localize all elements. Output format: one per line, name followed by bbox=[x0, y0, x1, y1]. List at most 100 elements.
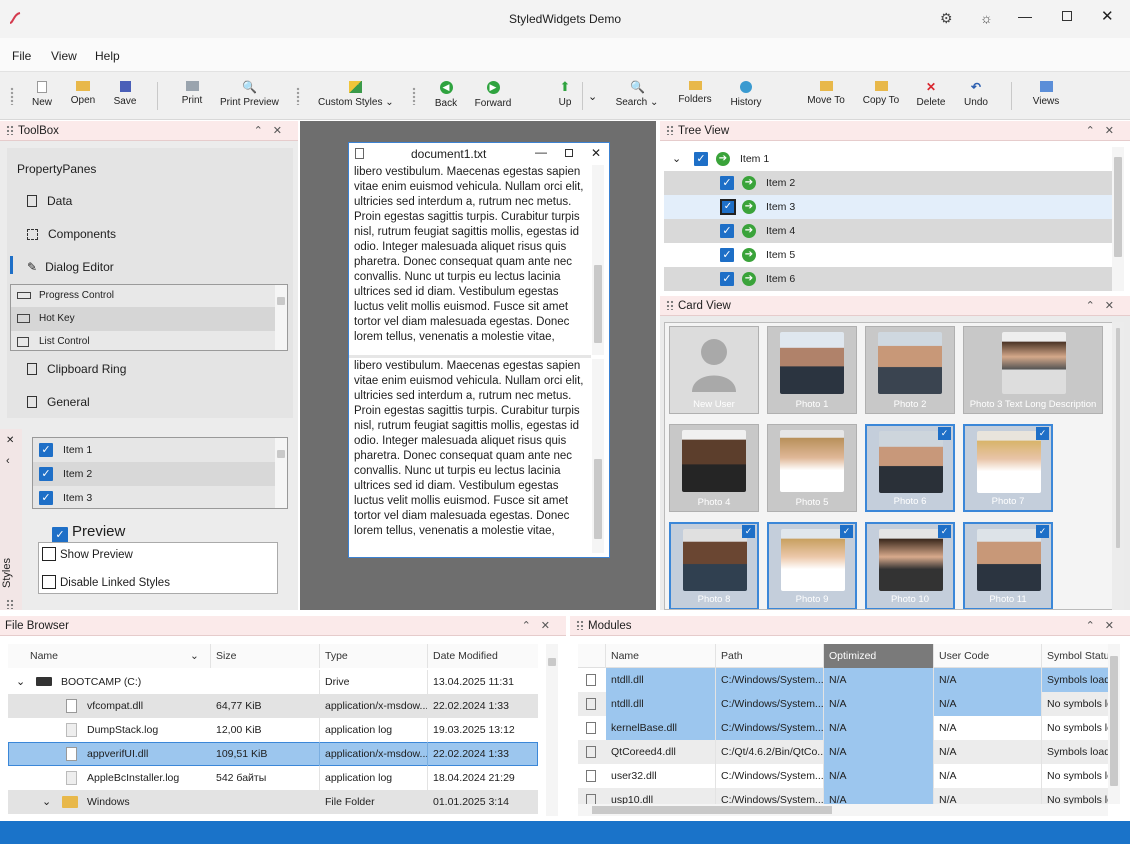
show-preview-checkbox[interactable]: Show Preview bbox=[42, 547, 133, 561]
doc-close-button[interactable]: ✕ bbox=[591, 146, 601, 160]
menu-help[interactable]: Help bbox=[95, 49, 120, 63]
panel-buttons[interactable]: ⌃✕ bbox=[1086, 296, 1124, 316]
toolbar-grip[interactable] bbox=[412, 87, 416, 105]
list-item[interactable]: List Control bbox=[11, 331, 287, 350]
checkbox-checked-icon[interactable]: ✓ bbox=[39, 491, 53, 505]
checkbox-focused-icon[interactable]: ✓ bbox=[720, 199, 736, 215]
table-row[interactable]: QtCoreed4.dll C:/Qt/4.6.2/Bin/QtCo... N/… bbox=[578, 740, 1108, 764]
scroll-thumb[interactable] bbox=[1116, 328, 1120, 548]
scroll-thumb[interactable] bbox=[548, 658, 556, 666]
card-photo-4[interactable]: Photo 4 bbox=[669, 424, 759, 512]
card-photo-8[interactable]: ✓ Photo 8 bbox=[669, 522, 759, 609]
save-button[interactable]: Save bbox=[113, 78, 137, 107]
settings-icon[interactable]: ⚙ bbox=[940, 10, 953, 27]
list-item[interactable]: ✓ Item 1 bbox=[33, 438, 287, 462]
card-new-user[interactable]: New User bbox=[669, 326, 759, 414]
menu-view[interactable]: View bbox=[51, 49, 77, 63]
modules-vscroll[interactable] bbox=[1108, 644, 1120, 804]
grip-icon[interactable] bbox=[6, 599, 14, 609]
checkbox-checked-icon[interactable]: ✓ bbox=[1036, 427, 1049, 440]
scroll-thumb[interactable] bbox=[592, 806, 832, 814]
toolbox-section-title[interactable]: PropertyPanes bbox=[17, 162, 96, 176]
card-photo-3[interactable]: Photo 3 Text Long Description bbox=[963, 326, 1103, 414]
card-photo-1[interactable]: Photo 1 bbox=[767, 326, 857, 414]
open-button[interactable]: Open bbox=[70, 78, 96, 106]
scroll-thumb[interactable] bbox=[277, 297, 285, 305]
scroll-thumb[interactable] bbox=[1114, 157, 1122, 257]
custom-styles-button[interactable]: Custom Styles ⌄ bbox=[318, 78, 394, 108]
card-photo-11[interactable]: ✓ Photo 11 bbox=[963, 522, 1053, 609]
scroll-thumb[interactable] bbox=[594, 265, 602, 343]
table-row[interactable]: vfcompat.dll 64,77 KiB application/x-msd… bbox=[8, 694, 538, 718]
styles-tab-label[interactable]: Styles bbox=[1, 558, 13, 588]
tree-row[interactable]: ✓ ➔ Item 5 bbox=[664, 243, 1114, 267]
views-button[interactable]: Views bbox=[1032, 78, 1060, 107]
copy-to-button[interactable]: Copy To bbox=[862, 78, 900, 106]
checkbox-checked-icon[interactable]: ✓ bbox=[720, 176, 734, 190]
styles-list[interactable]: ✓ Item 1 ✓ Item 2 ✓ Item 3 bbox=[32, 437, 288, 509]
table-row[interactable]: ⌄ Windows File Folder 01.01.2025 3:14 bbox=[8, 790, 538, 814]
list-item[interactable]: Hot Key bbox=[11, 307, 287, 331]
table-row[interactable]: DumpStack.log 12,00 KiB application log … bbox=[8, 718, 538, 742]
checkbox-checked-icon[interactable]: ✓ bbox=[742, 525, 755, 538]
card-photo-2[interactable]: Photo 2 bbox=[865, 326, 955, 414]
toolbar-chevron-icon[interactable]: ⌄ bbox=[588, 90, 597, 103]
tree-scrollbar[interactable] bbox=[1112, 147, 1124, 291]
column-name[interactable]: Name ⌄ bbox=[8, 644, 211, 668]
checkbox-checked-icon[interactable]: ✓ bbox=[938, 427, 951, 440]
column-optimized[interactable]: Optimized bbox=[824, 644, 934, 668]
checkbox-checked-icon[interactable]: ✓ bbox=[840, 525, 853, 538]
toolbox-item-components[interactable]: Components bbox=[27, 227, 116, 241]
table-row[interactable]: kernelBase.dll C:/Windows/System... N/A … bbox=[578, 716, 1108, 740]
card-photo-9[interactable]: ✓ Photo 9 bbox=[767, 522, 857, 609]
doc-maximize-button[interactable] bbox=[565, 149, 573, 157]
panel-buttons[interactable]: ⌃✕ bbox=[254, 121, 292, 141]
card-photo-10[interactable]: ✓ Photo 10 bbox=[865, 522, 955, 609]
splitter[interactable] bbox=[349, 355, 591, 358]
document-text-bottom[interactable]: libero vestibulum. Maecenas egestas sapi… bbox=[354, 359, 590, 539]
scroll-thumb[interactable] bbox=[277, 450, 285, 458]
toolbox-item-clipboard-ring[interactable]: Clipboard Ring bbox=[27, 362, 126, 376]
panel-buttons[interactable]: ⌃✕ bbox=[1086, 121, 1124, 141]
file-table[interactable]: Name ⌄ Size Type Date Modified ⌄ BOOTCAMP… bbox=[8, 644, 538, 816]
list-item[interactable]: Progress Control bbox=[11, 285, 287, 307]
table-row[interactable]: ⌄ BOOTCAMP (C:) Drive 13.04.2025 11:31 bbox=[8, 670, 538, 694]
collapse-left-icon[interactable]: ‹ bbox=[6, 455, 10, 467]
modules-hscroll[interactable] bbox=[578, 804, 1108, 816]
toolbar-grip[interactable] bbox=[10, 87, 14, 105]
checkbox-checked-icon[interactable]: ✓ bbox=[938, 525, 951, 538]
column-size[interactable]: Size bbox=[211, 644, 320, 668]
toolbox-sublist[interactable]: Progress Control Hot Key List Control bbox=[10, 284, 288, 351]
column-icon[interactable] bbox=[578, 644, 606, 668]
toolbox-item-general[interactable]: General bbox=[27, 395, 90, 409]
maximize-button[interactable] bbox=[1062, 11, 1072, 21]
table-row[interactable]: user32.dll C:/Windows/System... N/A N/A … bbox=[578, 764, 1108, 788]
doc-scrollbar-bottom[interactable] bbox=[592, 359, 604, 553]
file-browser-scrollbar[interactable] bbox=[546, 644, 558, 816]
document-text-top[interactable]: libero vestibulum. Maecenas egestas sapi… bbox=[354, 165, 590, 343]
print-preview-button[interactable]: 🔍 Print Preview bbox=[220, 78, 279, 108]
checkbox-checked-icon[interactable]: ✓ bbox=[720, 272, 734, 286]
styles-scrollbar[interactable] bbox=[275, 438, 287, 508]
table-row[interactable]: ntdll.dll C:/Windows/System... N/A N/A N… bbox=[578, 692, 1108, 716]
forward-button[interactable]: ▶ Forward bbox=[474, 78, 512, 109]
table-row[interactable]: ntdll.dll C:/Windows/System... N/A N/A S… bbox=[578, 668, 1108, 692]
checkbox-checked-icon[interactable]: ✓ bbox=[720, 224, 734, 238]
back-button[interactable]: ◀ Back bbox=[434, 78, 458, 109]
document-window[interactable]: document1.txt — ✕ libero vestibulum. Mae… bbox=[348, 142, 610, 558]
doc-minimize-button[interactable]: — bbox=[535, 145, 547, 159]
panel-grip-icon[interactable] bbox=[666, 125, 674, 135]
scroll-thumb[interactable] bbox=[594, 459, 602, 539]
styles-side-tab[interactable]: ✕ ‹ Styles bbox=[0, 429, 22, 610]
card-grid[interactable]: New User Photo 1 Photo 2 Photo 3 Text Lo… bbox=[664, 322, 1122, 610]
checkbox-checked-icon[interactable]: ✓ bbox=[1036, 525, 1049, 538]
column-date[interactable]: Date Modified bbox=[428, 644, 538, 668]
chevron-down-icon[interactable]: ⌄ bbox=[672, 147, 681, 171]
toolbox-item-dialog-editor[interactable]: ✎ Dialog Editor bbox=[27, 260, 114, 274]
card-photo-6[interactable]: ✓ Photo 6 bbox=[865, 424, 955, 512]
toolbox-item-data[interactable]: Data bbox=[27, 194, 72, 208]
disable-linked-styles-checkbox[interactable]: Disable Linked Styles bbox=[42, 575, 170, 589]
checkbox-checked-icon[interactable]: ✓ bbox=[694, 152, 708, 166]
new-button[interactable]: New bbox=[31, 78, 53, 108]
minimize-button[interactable]: — bbox=[1018, 8, 1032, 24]
